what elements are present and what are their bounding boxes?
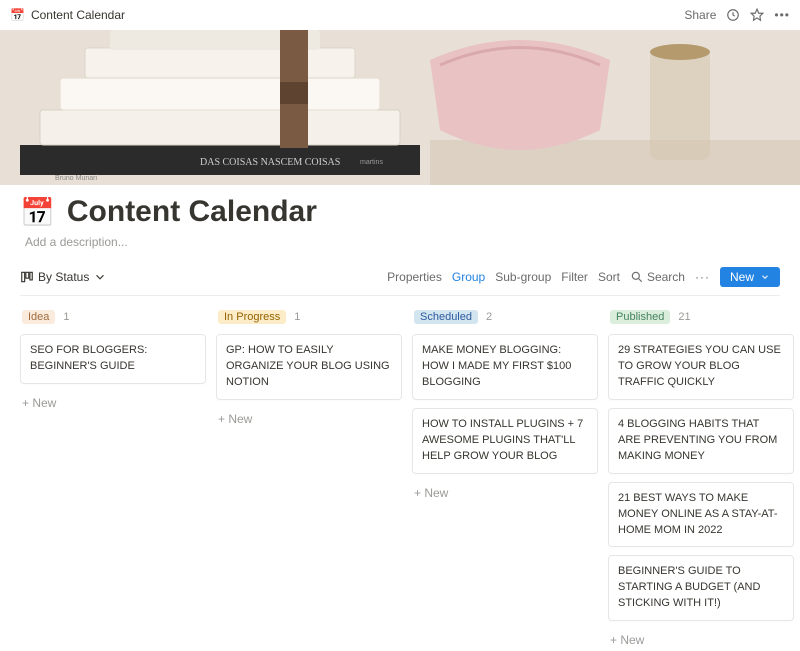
board-card[interactable]: MAKE MONEY BLOGGING: HOW I MADE MY FIRST… — [412, 334, 598, 400]
column-count: 1 — [294, 311, 300, 323]
chevron-down-icon — [93, 270, 107, 284]
board-card[interactable]: HOW TO INSTALL PLUGINS + 7 AWESOME PLUGI… — [412, 408, 598, 474]
add-card-button[interactable]: + New — [412, 482, 598, 504]
svg-text:martins: martins — [360, 159, 383, 166]
column-header[interactable]: Scheduled 2 — [412, 310, 598, 324]
properties-button[interactable]: Properties — [387, 270, 442, 284]
description-placeholder[interactable]: Add a description... — [25, 235, 780, 249]
page-icon[interactable]: 📅 — [20, 196, 55, 229]
sort-button[interactable]: Sort — [598, 270, 620, 284]
group-button[interactable]: Group — [452, 270, 485, 284]
board: Idea 1 SEO FOR BLOGGERS: BEGINNER'S GUIDE +… — [20, 310, 780, 651]
breadcrumb[interactable]: 📅 Content Calendar — [10, 8, 125, 22]
board-card[interactable]: 21 BEST WAYS TO MAKE MONEY ONLINE AS A S… — [608, 482, 794, 548]
page-icon-small: 📅 — [10, 8, 25, 22]
column-header[interactable]: In Progress 1 — [216, 310, 402, 324]
new-button-label: New — [730, 270, 754, 284]
add-card-button[interactable]: + New — [608, 629, 794, 651]
share-button[interactable]: Share — [684, 8, 716, 22]
add-card-button[interactable]: + New — [20, 392, 206, 414]
topbar: 📅 Content Calendar Share ••• — [0, 0, 800, 30]
page-title-breadcrumb: Content Calendar — [31, 8, 125, 22]
filter-button[interactable]: Filter — [561, 270, 588, 284]
star-icon[interactable] — [750, 8, 764, 22]
column-count: 21 — [678, 311, 690, 323]
search-icon — [630, 270, 644, 284]
new-button[interactable]: New — [720, 267, 780, 287]
add-card-button[interactable]: + New — [216, 408, 402, 430]
board-card[interactable]: 4 BLOGGING HABITS THAT ARE PREVENTING YO… — [608, 408, 794, 474]
svg-text:Bruno Munari: Bruno Munari — [55, 175, 97, 182]
board-column: Idea 1 SEO FOR BLOGGERS: BEGINNER'S GUIDE +… — [20, 310, 206, 414]
status-tag: Published — [610, 310, 670, 324]
column-header[interactable]: Published 21 — [608, 310, 794, 324]
subgroup-button[interactable]: Sub-group — [495, 270, 551, 284]
status-tag: Idea — [22, 310, 55, 324]
column-count: 1 — [63, 311, 69, 323]
status-tag: In Progress — [218, 310, 286, 324]
board-column: Published 21 29 STRATEGIES YOU CAN USE TO … — [608, 310, 794, 651]
chevron-down-icon — [760, 272, 770, 282]
view-more-icon[interactable]: ··· — [695, 270, 710, 284]
board-card[interactable]: BEGINNER'S GUIDE TO STARTING A BUDGET (A… — [608, 555, 794, 621]
cover-image[interactable]: DAS COISAS NASCEM COISAS martins Bruno M… — [0, 30, 800, 185]
more-icon[interactable]: ••• — [774, 8, 790, 22]
search-label: Search — [647, 270, 685, 284]
clock-icon[interactable] — [726, 8, 740, 22]
column-header[interactable]: Idea 1 — [20, 310, 206, 324]
board-column: Scheduled 2 MAKE MONEY BLOGGING: HOW I MAD… — [412, 310, 598, 504]
board-card[interactable]: GP: HOW TO EASILY ORGANIZE YOUR BLOG USI… — [216, 334, 402, 400]
view-selector[interactable]: By Status — [20, 270, 107, 284]
board-card[interactable]: 29 STRATEGIES YOU CAN USE TO GROW YOUR B… — [608, 334, 794, 400]
page-title[interactable]: Content Calendar — [67, 195, 317, 229]
board-column: In Progress 1 GP: HOW TO EASILY ORGANIZE Y… — [216, 310, 402, 430]
board-card[interactable]: SEO FOR BLOGGERS: BEGINNER'S GUIDE — [20, 334, 206, 384]
search-button[interactable]: Search — [630, 270, 685, 284]
svg-text:DAS COISAS NASCEM COISAS: DAS COISAS NASCEM COISAS — [200, 157, 340, 168]
column-count: 2 — [486, 311, 492, 323]
view-name: By Status — [38, 270, 89, 284]
status-tag: Scheduled — [414, 310, 478, 324]
